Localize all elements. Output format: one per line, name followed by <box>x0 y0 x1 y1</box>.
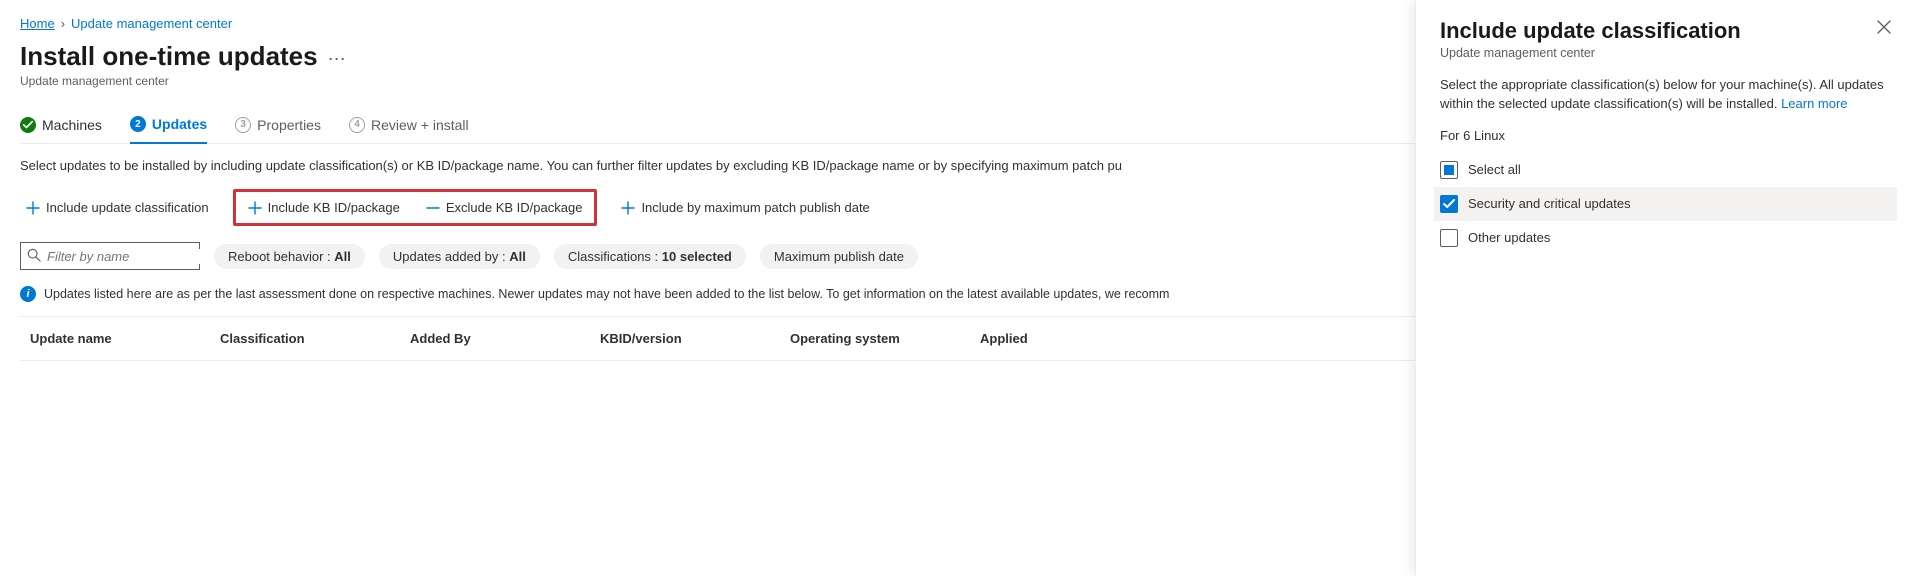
step-number-icon: 3 <box>235 117 251 133</box>
panel-subtitle: Update management center <box>1440 46 1741 60</box>
checkbox-label: Select all <box>1468 162 1521 177</box>
column-applied[interactable]: Applied <box>980 331 1100 346</box>
minus-icon <box>426 201 440 215</box>
search-icon <box>27 248 41 265</box>
check-icon <box>20 117 36 133</box>
classification-other-updates[interactable]: Other updates <box>1434 221 1897 255</box>
step-properties[interactable]: 3 Properties <box>235 109 321 143</box>
select-all-checkbox[interactable]: Select all <box>1434 153 1897 187</box>
step-number-icon: 4 <box>349 117 365 133</box>
chevron-right-icon: › <box>61 16 65 31</box>
classification-security-critical[interactable]: Security and critical updates <box>1434 187 1897 221</box>
include-max-date-button[interactable]: Include by maximum patch publish date <box>615 196 875 219</box>
filter-added-by[interactable]: Updates added by : All <box>379 244 540 269</box>
filter-label: Reboot behavior : <box>228 249 334 264</box>
include-classification-button[interactable]: Include update classification <box>20 196 215 219</box>
filter-max-publish-date[interactable]: Maximum publish date <box>760 244 918 269</box>
plus-icon <box>248 201 262 215</box>
checkbox-indeterminate-icon <box>1440 161 1458 179</box>
exclude-kb-button[interactable]: Exclude KB ID/package <box>420 196 589 219</box>
learn-more-link[interactable]: Learn more <box>1781 96 1847 111</box>
filter-label: Maximum publish date <box>774 249 904 264</box>
panel-title: Include update classification <box>1440 18 1741 44</box>
search-input[interactable] <box>47 249 225 264</box>
column-os[interactable]: Operating system <box>790 331 970 346</box>
filter-value: All <box>334 249 351 264</box>
panel-scope: For 6 Linux <box>1440 128 1891 143</box>
filter-classifications[interactable]: Classifications : 10 selected <box>554 244 746 269</box>
column-added-by[interactable]: Added By <box>410 331 590 346</box>
step-number-icon: 2 <box>130 116 146 132</box>
filter-label: Updates added by : <box>393 249 509 264</box>
filter-label: Classifications : <box>568 249 662 264</box>
step-label: Review + install <box>371 117 469 133</box>
page-title: Install one-time updates <box>20 41 318 72</box>
step-machines[interactable]: Machines <box>20 109 102 143</box>
search-box[interactable] <box>20 242 200 270</box>
checkbox-label: Other updates <box>1468 230 1550 245</box>
plus-icon <box>621 201 635 215</box>
breadcrumb-parent[interactable]: Update management center <box>71 16 232 31</box>
close-panel-button[interactable] <box>1877 18 1891 39</box>
filter-value: 10 selected <box>662 249 732 264</box>
action-label: Include by maximum patch publish date <box>641 200 869 215</box>
column-kbid-version[interactable]: KBID/version <box>600 331 780 346</box>
checkbox-unchecked-icon <box>1440 229 1458 247</box>
classification-panel: Include update classification Update man… <box>1415 0 1915 576</box>
step-review-install[interactable]: 4 Review + install <box>349 109 469 143</box>
panel-description: Select the appropriate classification(s)… <box>1440 76 1891 114</box>
filter-value: All <box>509 249 526 264</box>
checkbox-label: Security and critical updates <box>1468 196 1631 211</box>
step-label: Machines <box>42 117 102 133</box>
column-update-name[interactable]: Update name <box>30 331 210 346</box>
include-kb-button[interactable]: Include KB ID/package <box>242 196 406 219</box>
info-text: Updates listed here are as per the last … <box>44 287 1169 301</box>
highlighted-actions: Include KB ID/package Exclude KB ID/pack… <box>233 189 598 226</box>
info-icon: i <box>20 286 36 302</box>
more-menu-icon[interactable]: ⋯ <box>328 43 346 70</box>
plus-icon <box>26 201 40 215</box>
close-icon <box>1877 18 1891 38</box>
action-label: Exclude KB ID/package <box>446 200 583 215</box>
column-classification[interactable]: Classification <box>220 331 400 346</box>
action-label: Include KB ID/package <box>268 200 400 215</box>
breadcrumb-home[interactable]: Home <box>20 16 55 31</box>
step-updates[interactable]: 2 Updates <box>130 108 207 144</box>
step-label: Updates <box>152 116 207 132</box>
step-label: Properties <box>257 117 321 133</box>
checkbox-checked-icon <box>1440 195 1458 213</box>
filter-reboot[interactable]: Reboot behavior : All <box>214 244 365 269</box>
action-label: Include update classification <box>46 200 209 215</box>
